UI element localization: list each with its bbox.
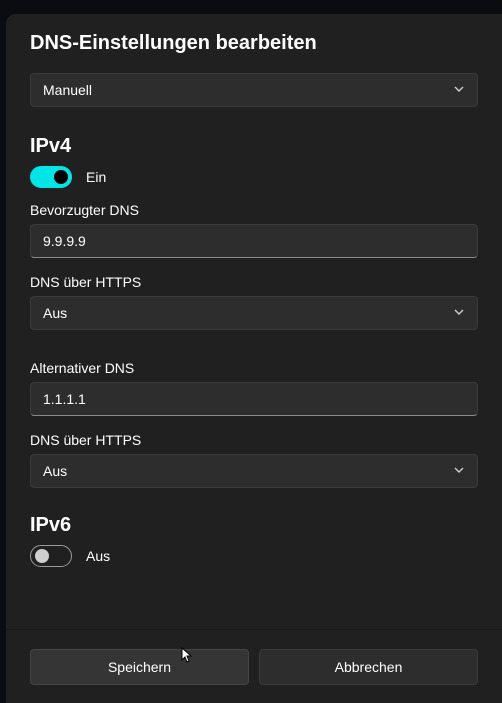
ipv4-heading: IPv4 [30,135,478,158]
save-button-label: Speichern [108,659,171,675]
alternate-dns-input[interactable] [30,382,478,416]
dns-settings-dialog: DNS-Einstellungen bearbeiten Manuell IPv… [6,14,502,703]
ipv6-toggle-label: Aus [86,548,110,564]
chevron-down-icon [453,463,465,479]
chevron-down-icon [453,82,465,98]
dns-mode-selected: Manuell [43,82,92,98]
save-button[interactable]: Speichern [30,649,249,685]
preferred-doh-value: Aus [43,305,67,321]
dialog-footer: Speichern Abbrechen [6,629,502,703]
dialog-title: DNS-Einstellungen bearbeiten [30,32,478,55]
toggle-knob [54,170,68,184]
ipv6-toggle[interactable] [30,545,72,567]
cancel-button-label: Abbrechen [335,659,403,675]
preferred-doh-label: DNS über HTTPS [30,274,478,290]
preferred-dns-label: Bevorzugter DNS [30,202,478,218]
cancel-button[interactable]: Abbrechen [259,649,478,685]
chevron-down-icon [453,305,465,321]
ipv4-toggle-label: Ein [86,169,106,185]
alternate-dns-label: Alternativer DNS [30,360,478,376]
alternate-doh-select[interactable]: Aus [30,454,478,488]
preferred-dns-input[interactable] [30,224,478,258]
dns-mode-select[interactable]: Manuell [30,73,478,107]
alternate-doh-label: DNS über HTTPS [30,432,478,448]
preferred-doh-select[interactable]: Aus [30,296,478,330]
ipv6-heading: IPv6 [30,514,478,537]
ipv4-toggle[interactable] [30,166,72,188]
toggle-knob [35,549,49,563]
alternate-doh-value: Aus [43,463,67,479]
